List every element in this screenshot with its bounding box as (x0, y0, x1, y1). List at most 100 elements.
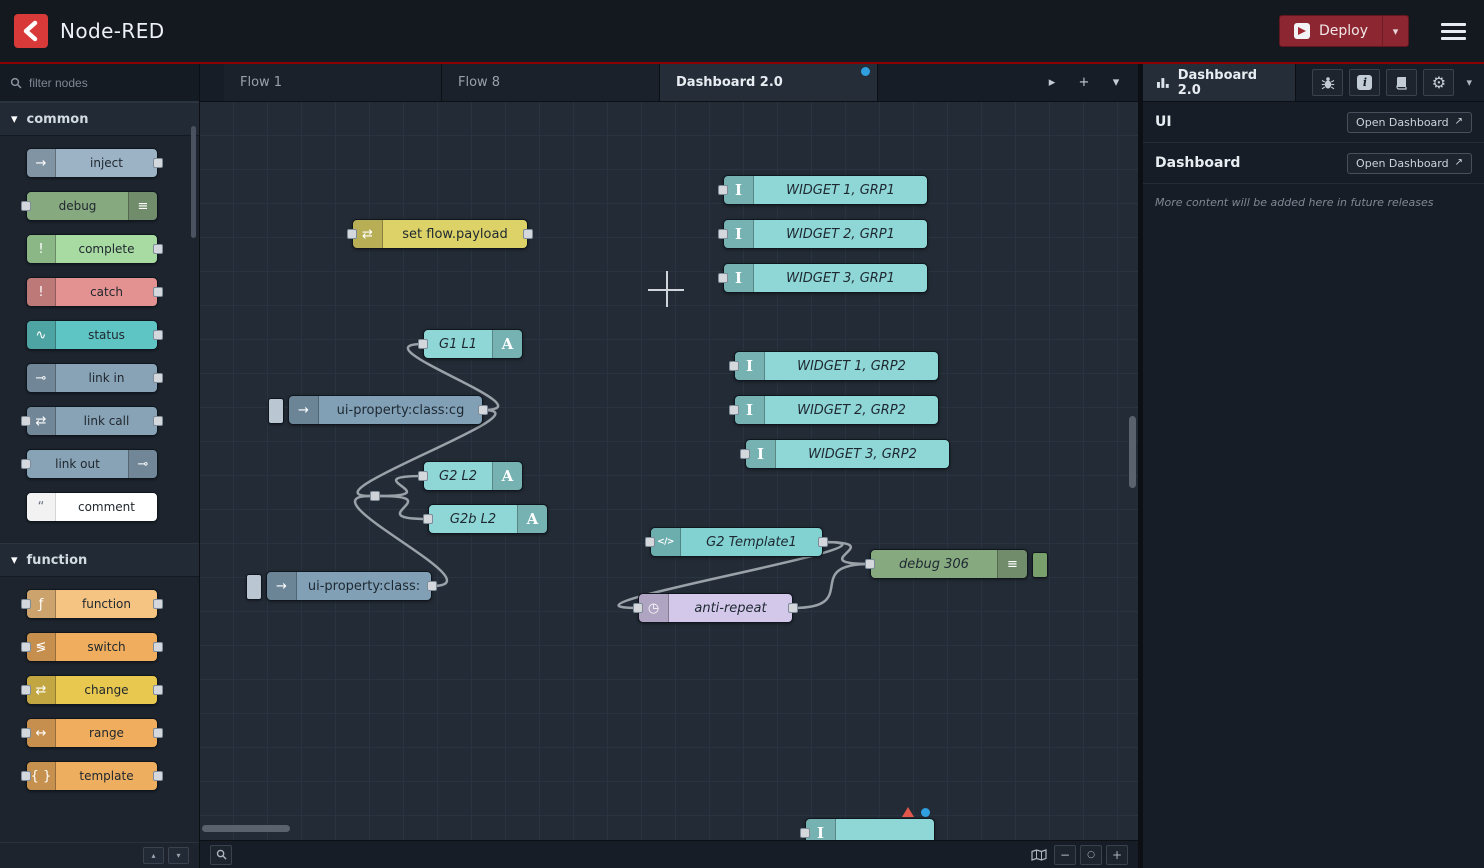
palette-node-link-out[interactable]: link out⊸ (26, 449, 158, 479)
node-input-port[interactable] (800, 828, 810, 838)
zoom-in-button[interactable]: + (1106, 845, 1128, 865)
canvas-vertical-scrollbar[interactable] (1129, 416, 1136, 488)
palette-node-catch[interactable]: !catch (26, 277, 158, 307)
collapse-all-button[interactable]: ▴ (143, 847, 164, 864)
palette-node-status[interactable]: ∿status (26, 320, 158, 350)
node-input-port[interactable] (347, 229, 357, 239)
palette-node-link-in[interactable]: ⊸link in (26, 363, 158, 393)
sidebar-tab-dashboard[interactable]: Dashboard 2.0 (1143, 64, 1296, 101)
flow-node-g2-template1[interactable]: </>G2 Template1 (650, 527, 823, 557)
node-input-port[interactable] (21, 416, 31, 426)
flow-canvas[interactable]: ⇄set flow.payload IWIDGET 1, GRP1 IWIDGET … (200, 102, 1138, 840)
palette-node-debug[interactable]: debug≡ (26, 191, 158, 221)
navigator-button[interactable] (1028, 845, 1050, 865)
zoom-reset-button[interactable]: ○ (1080, 845, 1102, 865)
open-dashboard-button[interactable]: Open Dashboard↗ (1347, 153, 1472, 174)
flow-node-anti-repeat[interactable]: ◷anti-repeat (638, 593, 793, 623)
search-flows-button[interactable] (210, 845, 232, 865)
node-input-port[interactable] (729, 405, 739, 415)
zoom-out-button[interactable]: − (1054, 845, 1076, 865)
node-output-port[interactable] (153, 287, 163, 297)
flow-node-ui-property-class[interactable]: →ui-property:class: (266, 571, 432, 601)
node-output-port[interactable] (153, 728, 163, 738)
info-tab-button[interactable]: i (1349, 69, 1380, 96)
wire[interactable] (380, 496, 428, 519)
canvas-horizontal-scrollbar[interactable] (202, 825, 290, 832)
palette-search-input[interactable] (29, 76, 179, 90)
flow-node-widget-3-grp1[interactable]: IWIDGET 3, GRP1 (723, 263, 928, 293)
flow-node-g2b-l2[interactable]: G2b L2A (428, 504, 548, 534)
node-action-button[interactable] (268, 398, 284, 424)
node-output-port[interactable] (153, 685, 163, 695)
node-output-port[interactable] (153, 373, 163, 383)
node-output-port[interactable] (523, 229, 533, 239)
flow-tab-dashboard-2-0[interactable]: Dashboard 2.0 (660, 64, 878, 101)
flow-node-widget-2-grp1[interactable]: IWIDGET 2, GRP1 (723, 219, 928, 249)
palette-node-complete[interactable]: !complete (26, 234, 158, 264)
node-output-port[interactable] (478, 405, 488, 415)
node-output-port[interactable] (818, 537, 828, 547)
node-input-port[interactable] (865, 559, 875, 569)
debug-tab-button[interactable] (1312, 69, 1343, 96)
node-input-port[interactable] (21, 459, 31, 469)
wire[interactable] (823, 542, 870, 564)
flow-node-widget-1-grp2[interactable]: IWIDGET 1, GRP2 (734, 351, 939, 381)
flow-node-widget-1-grp1[interactable]: IWIDGET 1, GRP1 (723, 175, 928, 205)
node-input-port[interactable] (718, 229, 728, 239)
flow-node-set-flow-payload[interactable]: ⇄set flow.payload (352, 219, 528, 249)
node-input-port[interactable] (718, 185, 728, 195)
node-output-port[interactable] (153, 330, 163, 340)
wire[interactable] (380, 476, 423, 496)
flow-node-widget-3-grp2[interactable]: IWIDGET 3, GRP2 (745, 439, 950, 469)
expand-all-button[interactable]: ▾ (168, 847, 189, 864)
flow-node-widget-2-grp2[interactable]: IWIDGET 2, GRP2 (734, 395, 939, 425)
node-input-port[interactable] (21, 201, 31, 211)
palette-scrollbar[interactable] (191, 126, 196, 238)
flow-node-g2-l2[interactable]: G2 L2A (423, 461, 523, 491)
palette-node-switch[interactable]: ≶switch (26, 632, 158, 662)
flow-list-button[interactable]: ▾ (1102, 69, 1130, 97)
node-input-port[interactable] (633, 603, 643, 613)
debug-toggle-button[interactable] (1032, 552, 1048, 578)
palette-category-common[interactable]: ▾common (0, 102, 199, 136)
node-input-port[interactable] (21, 685, 31, 695)
palette-node-function[interactable]: ƒfunction (26, 589, 158, 619)
node-input-port[interactable] (718, 273, 728, 283)
sidebar-tab-list-button[interactable]: ▾ (1454, 64, 1484, 101)
palette-node-link-call[interactable]: ⇄link call (26, 406, 158, 436)
deploy-button[interactable]: Deploy ▾ (1279, 15, 1409, 47)
node-input-port[interactable] (21, 728, 31, 738)
wire[interactable] (793, 564, 870, 608)
add-flow-button[interactable]: + (1070, 69, 1098, 97)
node-input-port[interactable] (21, 771, 31, 781)
palette-node-comment[interactable]: “comment (26, 492, 158, 522)
node-output-port[interactable] (153, 244, 163, 254)
node-output-port[interactable] (153, 599, 163, 609)
flow-node-debug-306[interactable]: debug 306≡ (870, 549, 1028, 579)
node-output-port[interactable] (153, 416, 163, 426)
node-output-port[interactable] (788, 603, 798, 613)
node-output-port[interactable] (427, 581, 437, 591)
flow-node-partial-widget[interactable]: I (805, 818, 935, 840)
wire-junction[interactable] (370, 491, 380, 501)
palette-node-range[interactable]: ↔range (26, 718, 158, 748)
main-menu-button[interactable] (1437, 19, 1470, 44)
open-dashboard-button[interactable]: Open Dashboard↗ (1347, 112, 1472, 133)
node-output-port[interactable] (153, 158, 163, 168)
palette-node-template[interactable]: { }template (26, 761, 158, 791)
flow-tab-flow-8[interactable]: Flow 8 (442, 64, 660, 101)
palette-category-function[interactable]: ▾function (0, 543, 199, 577)
flow-node-g1-l1[interactable]: G1 L1A (423, 329, 523, 359)
node-output-port[interactable] (153, 642, 163, 652)
node-input-port[interactable] (21, 599, 31, 609)
node-output-port[interactable] (153, 771, 163, 781)
help-tab-button[interactable] (1386, 69, 1417, 96)
node-input-port[interactable] (418, 339, 428, 349)
node-input-port[interactable] (418, 471, 428, 481)
config-tab-button[interactable]: ⚙ (1423, 69, 1454, 96)
flow-tab-flow-1[interactable]: Flow 1 (224, 64, 442, 101)
node-input-port[interactable] (645, 537, 655, 547)
scroll-tabs-button[interactable]: ▸ (1038, 69, 1066, 97)
node-input-port[interactable] (21, 642, 31, 652)
node-input-port[interactable] (729, 361, 739, 371)
